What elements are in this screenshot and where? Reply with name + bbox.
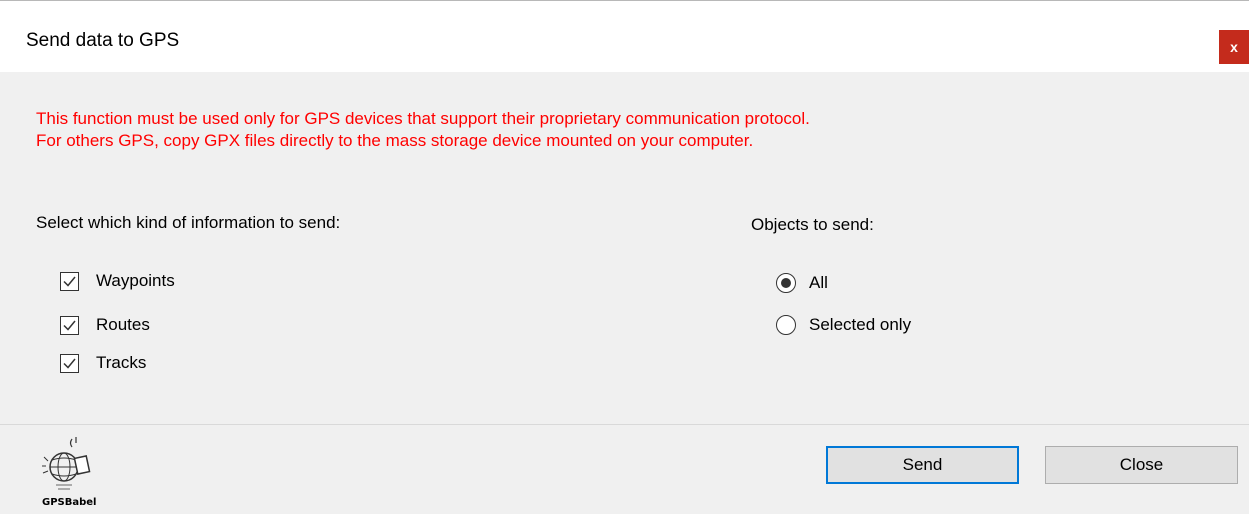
send-to-gps-dialog: Send data to GPS x This function must be… <box>0 0 1249 514</box>
logo-text: GPSBabel <box>42 497 97 508</box>
checkbox-row-routes[interactable]: Routes <box>60 315 150 335</box>
gpsbabel-logo: GPSBabel <box>42 433 96 511</box>
check-icon <box>63 320 76 331</box>
all-radio[interactable] <box>776 273 796 293</box>
radio-row-all[interactable]: All <box>776 273 828 293</box>
send-button[interactable]: Send <box>826 446 1019 484</box>
radio-selected-dot <box>781 278 791 288</box>
waypoints-checkbox[interactable] <box>60 271 79 291</box>
routes-checkbox[interactable] <box>60 315 79 335</box>
waypoints-label: Waypoints <box>96 271 175 290</box>
window-title: Send data to GPS <box>26 30 180 51</box>
tracks-checkbox[interactable] <box>60 353 79 373</box>
selected-only-radio[interactable] <box>776 315 796 335</box>
warning-line-1: This function must be used only for GPS … <box>36 109 810 128</box>
close-button[interactable]: Close <box>1045 446 1238 484</box>
radio-row-selected-only[interactable]: Selected only <box>776 315 911 335</box>
close-window-button[interactable]: x <box>1219 30 1249 64</box>
warning-message: This function must be used only for GPS … <box>36 108 810 152</box>
objects-to-send-label: Objects to send: <box>751 215 874 234</box>
content-panel: This function must be used only for GPS … <box>0 72 1249 424</box>
checkbox-row-waypoints[interactable]: Waypoints <box>60 271 175 291</box>
info-kind-label: Select which kind of information to send… <box>36 213 341 232</box>
check-icon <box>63 358 76 369</box>
tracks-label: Tracks <box>96 353 147 372</box>
routes-label: Routes <box>96 315 150 334</box>
check-icon <box>63 276 76 287</box>
warning-line-2: For others GPS, copy GPX files directly … <box>36 131 754 150</box>
selected-only-label: Selected only <box>809 315 912 334</box>
globe-icon <box>42 437 91 490</box>
checkbox-row-tracks[interactable]: Tracks <box>60 353 146 373</box>
all-label: All <box>809 273 828 292</box>
title-bar: Send data to GPS x <box>0 0 1249 72</box>
